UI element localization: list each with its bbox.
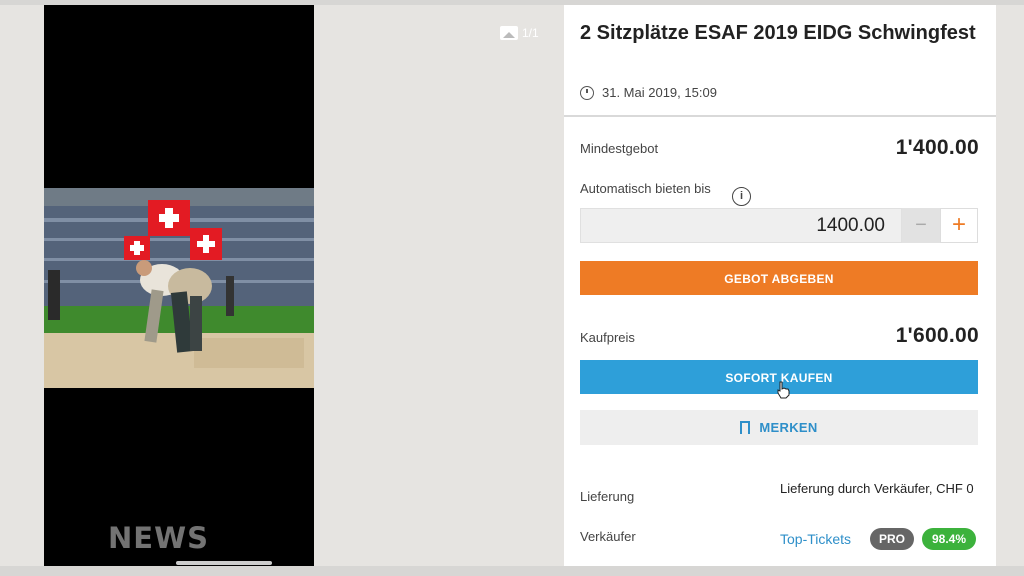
buy-now-price: 1'600.00 [895, 324, 979, 347]
seller-rating-badge: 98.4% [922, 528, 976, 550]
listing-panel: 2 Sitzplätze ESAF 2019 EIDG Schwingfest … [564, 5, 996, 566]
image-counter: 1/1 [500, 26, 539, 40]
bottom-frame-strip [0, 566, 1024, 576]
auto-bid-label: Automatisch bieten bis [580, 181, 711, 196]
image-gallery[interactable]: NEWS [44, 5, 314, 566]
news-watermark: NEWS [108, 521, 209, 555]
min-bid-label: Mindestgebot [580, 141, 659, 156]
wrestling-photo [44, 188, 314, 388]
increment-button[interactable]: + [940, 208, 978, 243]
info-icon[interactable]: i [732, 187, 751, 206]
seller-label: Verkäufer [580, 529, 636, 544]
section-divider [564, 115, 996, 117]
auto-bid-input[interactable]: 1400.00 [580, 208, 902, 243]
clock-icon [580, 85, 594, 100]
listing-photo[interactable] [44, 188, 314, 388]
buy-now-label: Kaufpreis [580, 330, 635, 345]
bookmark-icon [740, 421, 751, 439]
delivery-value: Lieferung durch Verkäufer, CHF 0 [780, 481, 974, 496]
listing-title: 2 Sitzplätze ESAF 2019 EIDG Schwingfest [580, 22, 976, 44]
watch-button[interactable]: MERKEN [580, 410, 978, 445]
hand-cursor-icon [777, 381, 790, 399]
listing-date: 31. Mai 2019, 15:09 [580, 85, 717, 100]
delivery-label: Lieferung [580, 489, 635, 504]
image-counter-text: 1/1 [522, 26, 539, 40]
seller-link[interactable]: Top-Tickets [780, 531, 851, 547]
image-icon [500, 26, 518, 40]
pro-badge: PRO [870, 528, 914, 550]
home-indicator-bar [176, 561, 272, 565]
listing-date-text: 31. Mai 2019, 15:09 [602, 85, 717, 100]
swiss-flag-1 [148, 200, 190, 236]
decrement-button[interactable]: − [902, 208, 940, 243]
min-bid-value: 1'400.00 [895, 136, 979, 159]
place-bid-button[interactable]: GEBOT ABGEBEN [580, 261, 978, 295]
watch-button-label: MERKEN [759, 419, 818, 435]
